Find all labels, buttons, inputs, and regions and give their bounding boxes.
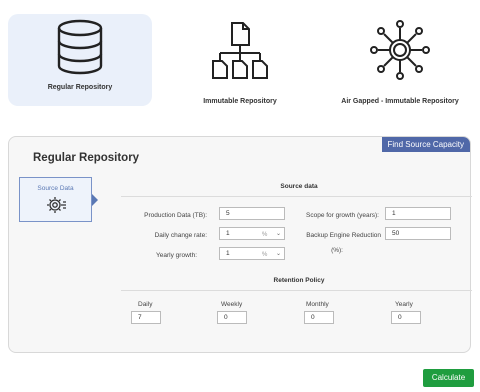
weekly-retention-label: Weekly: [221, 301, 243, 308]
network-hub-icon: [368, 18, 432, 87]
yearly-growth-value: 1: [226, 250, 230, 257]
daily-retention-label: Daily: [138, 301, 153, 308]
panel-title: Regular Repository: [33, 152, 140, 164]
weekly-retention-input[interactable]: 0: [217, 311, 247, 324]
production-data-input[interactable]: 5: [219, 207, 285, 220]
retention-policy-title: Retention Policy: [273, 277, 325, 284]
divider: [121, 290, 472, 291]
tab-source-data[interactable]: Source Data: [19, 177, 92, 222]
repo-card-label: Regular Repository: [47, 84, 113, 91]
gear-cog-icon: [45, 194, 67, 221]
yearly-retention-label: Yearly: [395, 301, 413, 308]
repo-card-immutable[interactable]: Immutable Repository: [165, 14, 315, 106]
monthly-retention-label: Monthly: [306, 301, 329, 308]
tab-label: Source Data: [37, 185, 74, 192]
percent-unit: %: [262, 232, 268, 238]
scope-growth-input[interactable]: 1: [385, 207, 451, 220]
daily-change-select[interactable]: 1 % ⌄: [219, 227, 285, 240]
source-data-title: Source data: [280, 183, 318, 190]
tab-pointer-arrow: [92, 194, 98, 206]
daily-retention-input[interactable]: 7: [131, 311, 161, 324]
repo-card-regular[interactable]: Regular Repository: [8, 14, 152, 106]
percent-unit: %: [262, 252, 268, 258]
yearly-growth-label: Yearly growth:: [156, 252, 197, 259]
find-source-capacity-button[interactable]: Find Source Capacity: [381, 137, 470, 152]
daily-change-value: 1: [226, 230, 230, 237]
engine-reduction-label: Backup Engine Reduction: [306, 232, 381, 239]
repo-card-airgap[interactable]: Air Gapped - Immutable Repository: [328, 14, 472, 106]
engine-reduction-input[interactable]: 50: [385, 227, 451, 240]
production-data-label: Production Data (TB):: [144, 212, 207, 219]
database-icon: [53, 18, 107, 83]
hierarchy-files-icon: [210, 20, 270, 85]
monthly-retention-input[interactable]: 0: [304, 311, 334, 324]
yearly-growth-select[interactable]: 1 % ⌄: [219, 247, 285, 260]
daily-change-label: Daily change rate:: [154, 232, 207, 239]
repo-card-label: Air Gapped - Immutable Repository: [341, 98, 459, 105]
calculate-button[interactable]: Calculate: [423, 369, 474, 387]
repo-card-label: Immutable Repository: [203, 98, 277, 105]
scope-growth-label: Scope for growth (years):: [306, 212, 379, 219]
engine-reduction-label-unit: (%):: [331, 247, 343, 254]
divider: [121, 196, 472, 197]
yearly-retention-input[interactable]: 0: [391, 311, 421, 324]
repository-panel: Find Source Capacity Regular Repository …: [8, 136, 472, 353]
